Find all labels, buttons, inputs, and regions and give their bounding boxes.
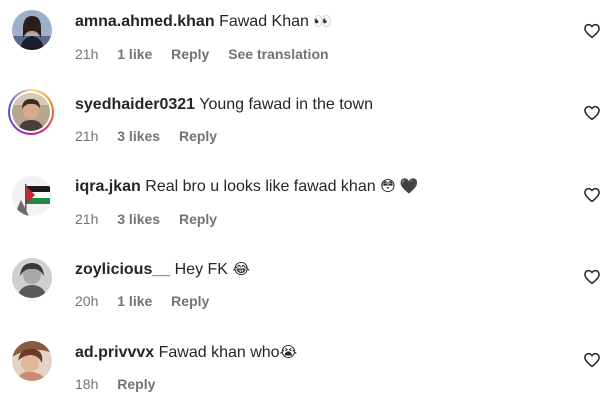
comment-item: zoylicious__ Hey FK 😂 20h 1 like Reply <box>0 247 609 317</box>
avatar[interactable] <box>12 176 52 216</box>
heart-outline-icon[interactable] <box>583 186 601 204</box>
reply-button[interactable]: Reply <box>171 45 209 63</box>
comment-time[interactable]: 21h <box>75 45 98 63</box>
reply-button[interactable]: Reply <box>117 375 155 393</box>
reply-button[interactable]: Reply <box>179 127 217 145</box>
avatar-image <box>12 258 52 298</box>
comment-time[interactable]: 21h <box>75 210 98 228</box>
comment-body: ad.privvvx Fawad khan who😭 <box>75 343 297 363</box>
comment-likes[interactable]: 3 likes <box>117 127 160 145</box>
comment-meta: 20h 1 like Reply <box>75 292 224 310</box>
comment-likes[interactable]: 3 likes <box>117 210 160 228</box>
comment-body: zoylicious__ Hey FK 😂 <box>75 260 250 280</box>
avatar-ring-inner <box>10 91 52 133</box>
comment-time[interactable]: 18h <box>75 375 98 393</box>
comments-list: amna.ahmed.khan Fawad Khan 👀 21h 1 like … <box>0 0 609 410</box>
comment-time[interactable]: 20h <box>75 292 98 310</box>
comment-text: Young fawad in the town <box>199 96 373 113</box>
comment-emoji: 😭 <box>279 344 298 361</box>
comment-username[interactable]: iqra.jkan <box>75 178 141 195</box>
comment-username[interactable]: syedhaider0321 <box>75 96 195 113</box>
avatar-image <box>12 93 50 131</box>
avatar-story-ring[interactable] <box>8 89 54 135</box>
comment-meta: 21h 1 like Reply See translation <box>75 45 329 63</box>
comment-text: Fawad Khan <box>219 13 314 30</box>
heart-outline-icon[interactable] <box>583 268 601 286</box>
comment-likes[interactable]: 1 like <box>117 45 152 63</box>
comment-emoji: 😂 <box>232 261 250 278</box>
heart-outline-icon[interactable] <box>583 104 601 122</box>
comment-username[interactable]: ad.privvvx <box>75 344 154 361</box>
heart-outline-icon[interactable] <box>583 22 601 40</box>
comment-item: ad.privvvx Fawad khan who😭 18h Reply <box>0 330 609 400</box>
comment-text: Hey FK <box>174 261 233 278</box>
comment-text: Fawad khan who <box>158 344 280 361</box>
comment-body: syedhaider0321 Young fawad in the town <box>75 95 373 115</box>
comment-meta: 21h 3 likes Reply <box>75 127 232 145</box>
comment-body: amna.ahmed.khan Fawad Khan 👀 <box>75 12 332 32</box>
comment-text: Real bro u looks like fawad khan <box>145 178 376 195</box>
comment-time[interactable]: 21h <box>75 127 98 145</box>
comment-username[interactable]: amna.ahmed.khan <box>75 13 215 30</box>
avatar-image <box>12 10 52 50</box>
comment-username[interactable]: zoylicious__ <box>75 261 170 278</box>
avatar[interactable] <box>12 258 52 298</box>
avatar <box>12 93 50 131</box>
comment-meta: 18h Reply <box>75 375 170 393</box>
comment-emoji: 👀 <box>313 13 333 30</box>
avatar[interactable] <box>12 10 52 50</box>
avatar[interactable] <box>12 341 52 381</box>
flag-avatar-image <box>12 176 52 216</box>
comment-meta: 21h 3 likes Reply <box>75 210 232 228</box>
reply-button[interactable]: Reply <box>171 292 209 310</box>
comment-item: iqra.jkan Real bro u looks like fawad kh… <box>0 165 609 235</box>
heart-outline-icon[interactable] <box>583 351 601 369</box>
comment-emoji: 😳 🖤 <box>380 178 419 195</box>
comment-item: syedhaider0321 Young fawad in the town 2… <box>0 83 609 153</box>
see-translation-button[interactable]: See translation <box>228 45 328 63</box>
comment-item: amna.ahmed.khan Fawad Khan 👀 21h 1 like … <box>0 0 609 70</box>
comment-likes[interactable]: 1 like <box>117 292 152 310</box>
comment-body: iqra.jkan Real bro u looks like fawad kh… <box>75 177 419 197</box>
reply-button[interactable]: Reply <box>179 210 217 228</box>
avatar-image <box>12 341 52 381</box>
